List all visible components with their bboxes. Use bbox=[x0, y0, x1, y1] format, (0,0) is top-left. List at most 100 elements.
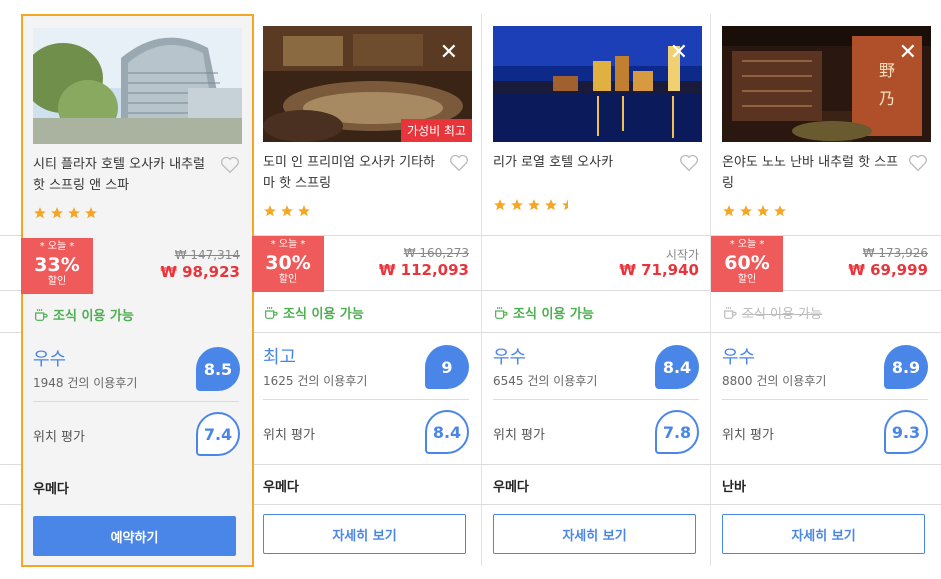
rating-word: 우수 bbox=[722, 347, 756, 368]
heart-icon[interactable] bbox=[220, 156, 240, 174]
review-count[interactable]: 8800 건의 이용후기 bbox=[722, 372, 826, 389]
svg-text:乃: 乃 bbox=[879, 89, 895, 108]
divider bbox=[493, 399, 699, 400]
breakfast-info: 조식 이용 가능 bbox=[493, 303, 594, 322]
area-name: 난바 bbox=[722, 480, 746, 495]
discount-badge: * 오늘 * 33% 할인 bbox=[21, 238, 93, 294]
hotel-photo[interactable]: ✕ bbox=[493, 26, 702, 142]
hotel-card[interactable]: 시티 플라자 호텔 오사카 내추럴 핫 스프링 앤 스파 * 오늘 * 33% … bbox=[21, 14, 254, 567]
star-icon bbox=[511, 199, 523, 211]
divider bbox=[263, 399, 469, 400]
area-name: 우메다 bbox=[33, 482, 69, 497]
rating-word: 최고 bbox=[263, 347, 297, 368]
discount-percent: 60% bbox=[724, 252, 770, 274]
close-icon[interactable]: ✕ bbox=[440, 42, 458, 64]
star-icon bbox=[757, 205, 769, 217]
review-count[interactable]: 1948 건의 이용후기 bbox=[33, 374, 137, 391]
star-icon bbox=[68, 207, 80, 219]
current-price: ₩ 69,999 bbox=[848, 261, 928, 279]
star-rating bbox=[722, 204, 787, 218]
review-score: 8.9 bbox=[884, 345, 928, 389]
area-name: 우메다 bbox=[263, 480, 299, 495]
star-rating bbox=[263, 204, 311, 218]
original-price: ₩ 147,314 bbox=[174, 248, 240, 262]
view-details-button[interactable]: 자세히 보기 bbox=[493, 514, 696, 554]
hotel-card[interactable]: 野 乃 ✕ 온야도 노노 난바 내추럴 핫 스프링 * 오늘 * 60% 할인 … bbox=[711, 14, 940, 566]
location-score: 7.4 bbox=[196, 412, 240, 456]
star-icon bbox=[740, 205, 752, 217]
star-icon bbox=[774, 205, 786, 217]
view-details-button[interactable]: 자세히 보기 bbox=[722, 514, 925, 554]
star-icon bbox=[298, 205, 310, 217]
rating-word: 우수 bbox=[33, 349, 67, 370]
hotel-photo[interactable]: 野 乃 ✕ bbox=[722, 26, 931, 142]
heart-icon[interactable] bbox=[449, 154, 469, 172]
star-icon bbox=[281, 205, 293, 217]
review-count[interactable]: 1625 건의 이용후기 bbox=[263, 372, 367, 389]
current-price: ₩ 112,093 bbox=[378, 261, 469, 279]
hotel-card[interactable]: ✕ 리가 로열 호텔 오사카 시작가 ₩ 71,940 조식 이용 가능 우수 … bbox=[482, 14, 711, 566]
original-price: ₩ 173,926 bbox=[862, 246, 928, 260]
location-score: 7.8 bbox=[655, 410, 699, 454]
coffee-cup-icon bbox=[724, 306, 737, 319]
svg-text:野: 野 bbox=[879, 61, 895, 80]
area-name: 우메다 bbox=[493, 480, 529, 495]
breakfast-info: 조식 이용 가능 bbox=[263, 303, 364, 322]
close-icon[interactable]: ✕ bbox=[670, 42, 688, 64]
hotel-card[interactable]: ✕ 가성비 최고 도미 인 프리미엄 오사카 기타하마 핫 스프링 * 오늘 *… bbox=[252, 14, 481, 566]
star-icon bbox=[51, 207, 63, 219]
best-value-badge: 가성비 최고 bbox=[400, 119, 472, 142]
location-label: 위치 평가 bbox=[33, 430, 85, 445]
divider bbox=[722, 399, 928, 400]
location-score: 8.4 bbox=[425, 410, 469, 454]
view-details-button[interactable]: 자세히 보기 bbox=[263, 514, 466, 554]
location-label: 위치 평가 bbox=[493, 428, 545, 443]
breakfast-info: 조식 이용 가능 bbox=[722, 303, 822, 322]
current-price: ₩ 98,923 bbox=[160, 263, 240, 281]
heart-icon[interactable] bbox=[679, 154, 699, 172]
star-rating bbox=[33, 206, 98, 220]
hotel-name[interactable]: 리가 로열 호텔 오사카 bbox=[493, 152, 671, 173]
review-score: 8.5 bbox=[196, 347, 240, 391]
divider bbox=[33, 401, 239, 402]
breakfast-label: 조식 이용 가능 bbox=[513, 307, 594, 322]
discount-label: 할인 bbox=[737, 274, 757, 285]
heart-icon[interactable] bbox=[908, 154, 928, 172]
today-label: * 오늘 * bbox=[729, 239, 765, 250]
star-icon bbox=[85, 207, 97, 219]
hotel-name[interactable]: 온야도 노노 난바 내추럴 핫 스프링 bbox=[722, 152, 900, 194]
hotel-photo[interactable] bbox=[33, 28, 242, 144]
today-label: * 오늘 * bbox=[39, 241, 75, 252]
star-icon bbox=[494, 199, 506, 211]
rating-word: 우수 bbox=[493, 347, 527, 368]
book-button[interactable]: 예약하기 bbox=[33, 516, 236, 556]
current-price: ₩ 71,940 bbox=[619, 261, 699, 279]
star-icon bbox=[723, 205, 735, 217]
hotel-name[interactable]: 시티 플라자 호텔 오사카 내추럴 핫 스프링 앤 스파 bbox=[33, 154, 211, 196]
location-label: 위치 평가 bbox=[263, 428, 315, 443]
review-count[interactable]: 6545 건의 이용후기 bbox=[493, 372, 597, 389]
hotel-name[interactable]: 도미 인 프리미엄 오사카 기타하마 핫 스프링 bbox=[263, 152, 441, 194]
discount-percent: 30% bbox=[265, 252, 311, 274]
discount-label: 할인 bbox=[47, 276, 67, 287]
coffee-cup-icon bbox=[265, 306, 278, 319]
star-icon bbox=[545, 199, 557, 211]
breakfast-info: 조식 이용 가능 bbox=[33, 305, 134, 324]
discount-badge: * 오늘 * 60% 할인 bbox=[711, 236, 783, 292]
star-icon bbox=[34, 207, 46, 219]
discount-badge: * 오늘 * 30% 할인 bbox=[252, 236, 324, 292]
half-star-icon bbox=[562, 199, 568, 211]
today-label: * 오늘 * bbox=[270, 239, 306, 250]
review-score: 9 bbox=[425, 345, 469, 389]
close-icon[interactable]: ✕ bbox=[899, 42, 917, 64]
breakfast-label: 조식 이용 가능 bbox=[53, 309, 134, 324]
location-score: 9.3 bbox=[884, 410, 928, 454]
hotel-photo[interactable]: ✕ 가성비 최고 bbox=[263, 26, 472, 142]
breakfast-label: 조식 이용 가능 bbox=[283, 307, 364, 322]
original-price: ₩ 160,273 bbox=[403, 246, 469, 260]
review-score: 8.4 bbox=[655, 345, 699, 389]
star-icon bbox=[528, 199, 540, 211]
location-label: 위치 평가 bbox=[722, 428, 774, 443]
discount-label: 할인 bbox=[278, 274, 298, 285]
star-rating bbox=[493, 198, 575, 212]
